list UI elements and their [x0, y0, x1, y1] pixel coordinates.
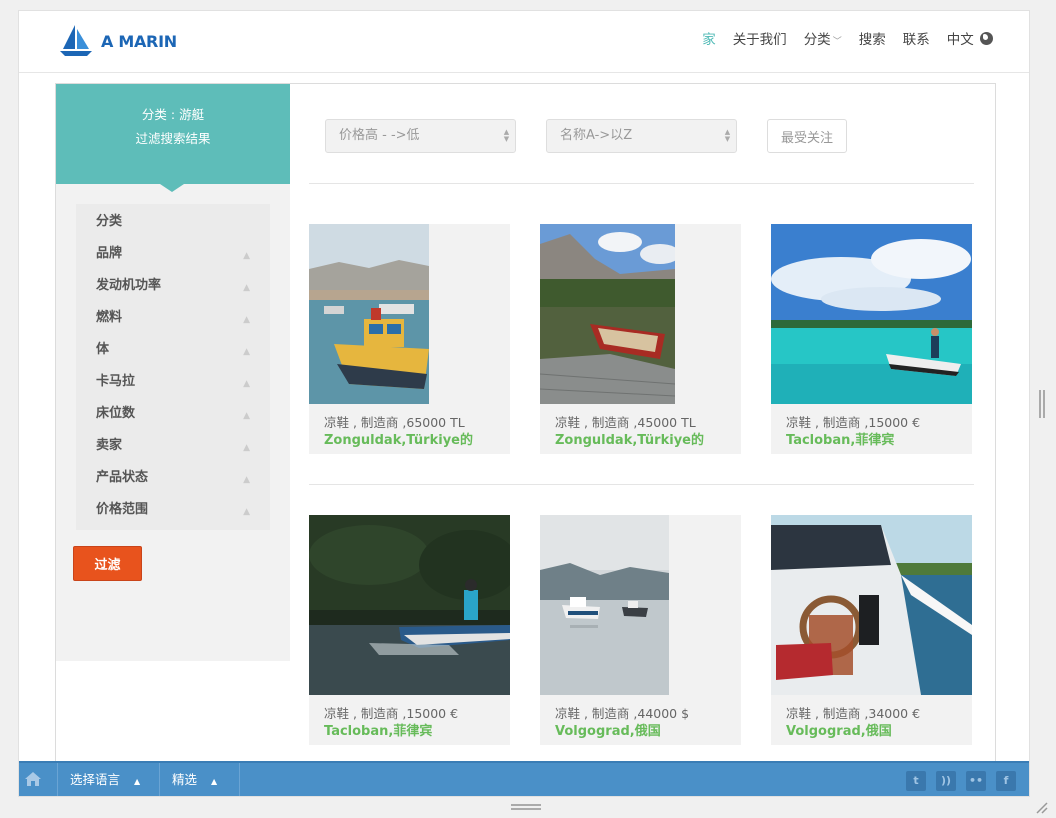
boat-photo [540, 515, 669, 695]
facebook-icon[interactable]: f [996, 771, 1016, 791]
sidebar-header: 分类 : 游艇 过滤搜索结果 [56, 84, 290, 192]
filter-item-label: 卡马拉 [96, 374, 136, 389]
language-select-tab[interactable]: 选择语言 ▲ [57, 763, 159, 796]
triangle-up-icon: ▲ [134, 777, 141, 786]
filter-item-category[interactable]: 分类 [76, 206, 270, 238]
boat-photo [771, 224, 972, 404]
nav-search[interactable]: 搜索 [859, 28, 886, 48]
divider [309, 183, 974, 184]
filter-item-body[interactable]: 体 ▲ [76, 334, 270, 366]
filter-item-label: 卖家 [96, 438, 123, 453]
main-nav: 家 关于我们 分类 ﹀ 搜索 联系 中文 [685, 28, 993, 48]
boat-photo [309, 224, 429, 404]
filter-item-price-range[interactable]: 价格范围 ▲ [76, 494, 270, 526]
filter-item-label: 价格范围 [96, 502, 149, 517]
listing-location[interactable]: Tacloban,菲律宾 [786, 429, 894, 448]
listing-location[interactable]: Tacloban,菲律宾 [324, 720, 432, 739]
filter-item-label: 床位数 [96, 406, 136, 421]
filter-item-label: 分类 [96, 214, 123, 229]
rss-icon[interactable]: )) [936, 771, 956, 791]
filter-item-cabins[interactable]: 卡马拉 ▲ [76, 366, 270, 398]
filter-item-engine-power[interactable]: 发动机功率 ▲ [76, 270, 270, 302]
bottom-toolbar: 选择语言 ▲ 精选 ▲ t )) •• f [19, 761, 1029, 796]
listing-location[interactable]: Zonguldak,Türkiye的 [555, 429, 704, 448]
listing-card[interactable]: 凉鞋 , 制造商 ,44000 $ Volgograd,俄国 [540, 515, 741, 745]
triangle-up-icon: ▲ [243, 379, 250, 389]
filter-button[interactable]: 过滤 [73, 546, 142, 581]
category-title: 分类 : 游艇 [141, 107, 205, 122]
boat-photo [309, 515, 510, 695]
nav-categories-label: 分类 [803, 32, 831, 48]
filter-item-condition[interactable]: 产品状态 ▲ [76, 462, 270, 494]
triangle-up-icon: ▲ [243, 347, 250, 357]
featured-tab[interactable]: 精选 ▲ [159, 763, 240, 796]
filter-item-label: 发动机功率 [96, 278, 162, 293]
triangle-up-icon: ▲ [211, 777, 218, 786]
triangle-up-icon: ▲ [243, 507, 250, 517]
featured-tab-label: 精选 [172, 772, 198, 787]
filter-item-fuel[interactable]: 燃料 ▲ [76, 302, 270, 334]
boat-photo [540, 224, 675, 404]
sort-name-select[interactable]: 名称A->以Z ▲ ▼ [546, 119, 737, 153]
content-panel: 分类 : 游艇 过滤搜索结果 分类 品牌 ▲ 发动机功率 ▲ 燃料 ▲ 体 ▲ 卡马拉 ▲… [55, 83, 996, 796]
triangle-up-icon: ▲ [243, 315, 250, 325]
most-favorites-button[interactable]: 最受关注 [767, 119, 847, 153]
listing-location[interactable]: Zonguldak,Türkiye的 [324, 429, 473, 448]
nav-about[interactable]: 关于我们 [733, 28, 787, 48]
listing-card[interactable]: 凉鞋 , 制造商 ,65000 TL Zonguldak,Türkiye的 [309, 224, 510, 454]
listing-location[interactable]: Volgograd,俄国 [786, 720, 892, 739]
filter-item-label: 燃料 [96, 310, 123, 325]
browser-frame: A MARIN 家 关于我们 分类 ﹀ 搜索 联系 中文 分类 : 游艇 过滤搜索… [18, 10, 1030, 797]
triangle-up-icon: ▲ [243, 475, 250, 485]
triangle-up-icon: ▲ [243, 251, 250, 261]
nav-home[interactable]: 家 [702, 28, 716, 48]
nav-language[interactable]: 中文 [947, 28, 993, 48]
logo[interactable]: A MARIN [57, 23, 177, 59]
divider [309, 484, 974, 485]
language-tab-label: 选择语言 [70, 772, 121, 787]
chevron-down-icon: ﹀ [832, 37, 842, 47]
sort-price-value: 价格高 - ->低 [339, 128, 420, 143]
listing-location[interactable]: Volgograd,俄国 [555, 720, 661, 739]
home-icon[interactable] [23, 769, 43, 789]
twitter-icon[interactable]: t [906, 771, 926, 791]
triangle-up-icon: ▲ [243, 283, 250, 293]
listing-card[interactable]: 凉鞋 , 制造商 ,34000 € Volgograd,俄国 [771, 515, 972, 745]
listing-card[interactable]: 凉鞋 , 制造商 ,15000 € Tacloban,菲律宾 [309, 515, 510, 745]
globe-icon [980, 32, 993, 45]
filter-item-berths[interactable]: 床位数 ▲ [76, 398, 270, 430]
sort-name-value: 名称A->以Z [560, 128, 633, 143]
scrollbar-grip[interactable] [1039, 390, 1045, 418]
sort-price-select[interactable]: 价格高 - ->低 ▲ ▼ [325, 119, 516, 153]
site-header: A MARIN 家 关于我们 分类 ﹀ 搜索 联系 中文 [19, 11, 1029, 73]
boat-photo [771, 515, 972, 695]
nav-contact[interactable]: 联系 [903, 28, 930, 48]
triangle-up-icon: ▲ [243, 411, 250, 421]
logo-text: A MARIN [101, 31, 177, 51]
listing-card[interactable]: 凉鞋 , 制造商 ,15000 € Tacloban,菲律宾 [771, 224, 972, 454]
filter-item-label: 产品状态 [96, 470, 149, 485]
sailboat-icon [60, 25, 92, 56]
filter-item-seller[interactable]: 卖家 ▲ [76, 430, 270, 462]
resize-handle[interactable] [511, 804, 541, 810]
filter-item-label: 品牌 [96, 246, 123, 261]
nav-language-label: 中文 [946, 32, 974, 48]
filter-item-brand[interactable]: 品牌 ▲ [76, 238, 270, 270]
nav-categories[interactable]: 分类 ﹀ [804, 28, 842, 48]
filter-item-label: 体 [96, 342, 110, 357]
filter-sidebar: 分类 : 游艇 过滤搜索结果 分类 品牌 ▲ 发动机功率 ▲ 燃料 ▲ 体 ▲ 卡马拉 ▲… [56, 84, 290, 661]
resize-corner-icon[interactable] [1034, 800, 1048, 814]
listing-card[interactable]: 凉鞋 , 制造商 ,45000 TL Zonguldak,Türkiye的 [540, 224, 741, 454]
updown-arrows-icon: ▲ ▼ [724, 128, 731, 143]
triangle-up-icon: ▲ [243, 443, 250, 453]
flickr-icon[interactable]: •• [966, 771, 986, 791]
filter-list: 分类 品牌 ▲ 发动机功率 ▲ 燃料 ▲ 体 ▲ 卡马拉 ▲ 床位数 ▲ 卖家 ▲ 产品状态 ▲… [76, 204, 270, 530]
updown-arrows-icon: ▲ ▼ [503, 128, 510, 143]
filter-subtitle: 过滤搜索结果 [135, 131, 211, 146]
